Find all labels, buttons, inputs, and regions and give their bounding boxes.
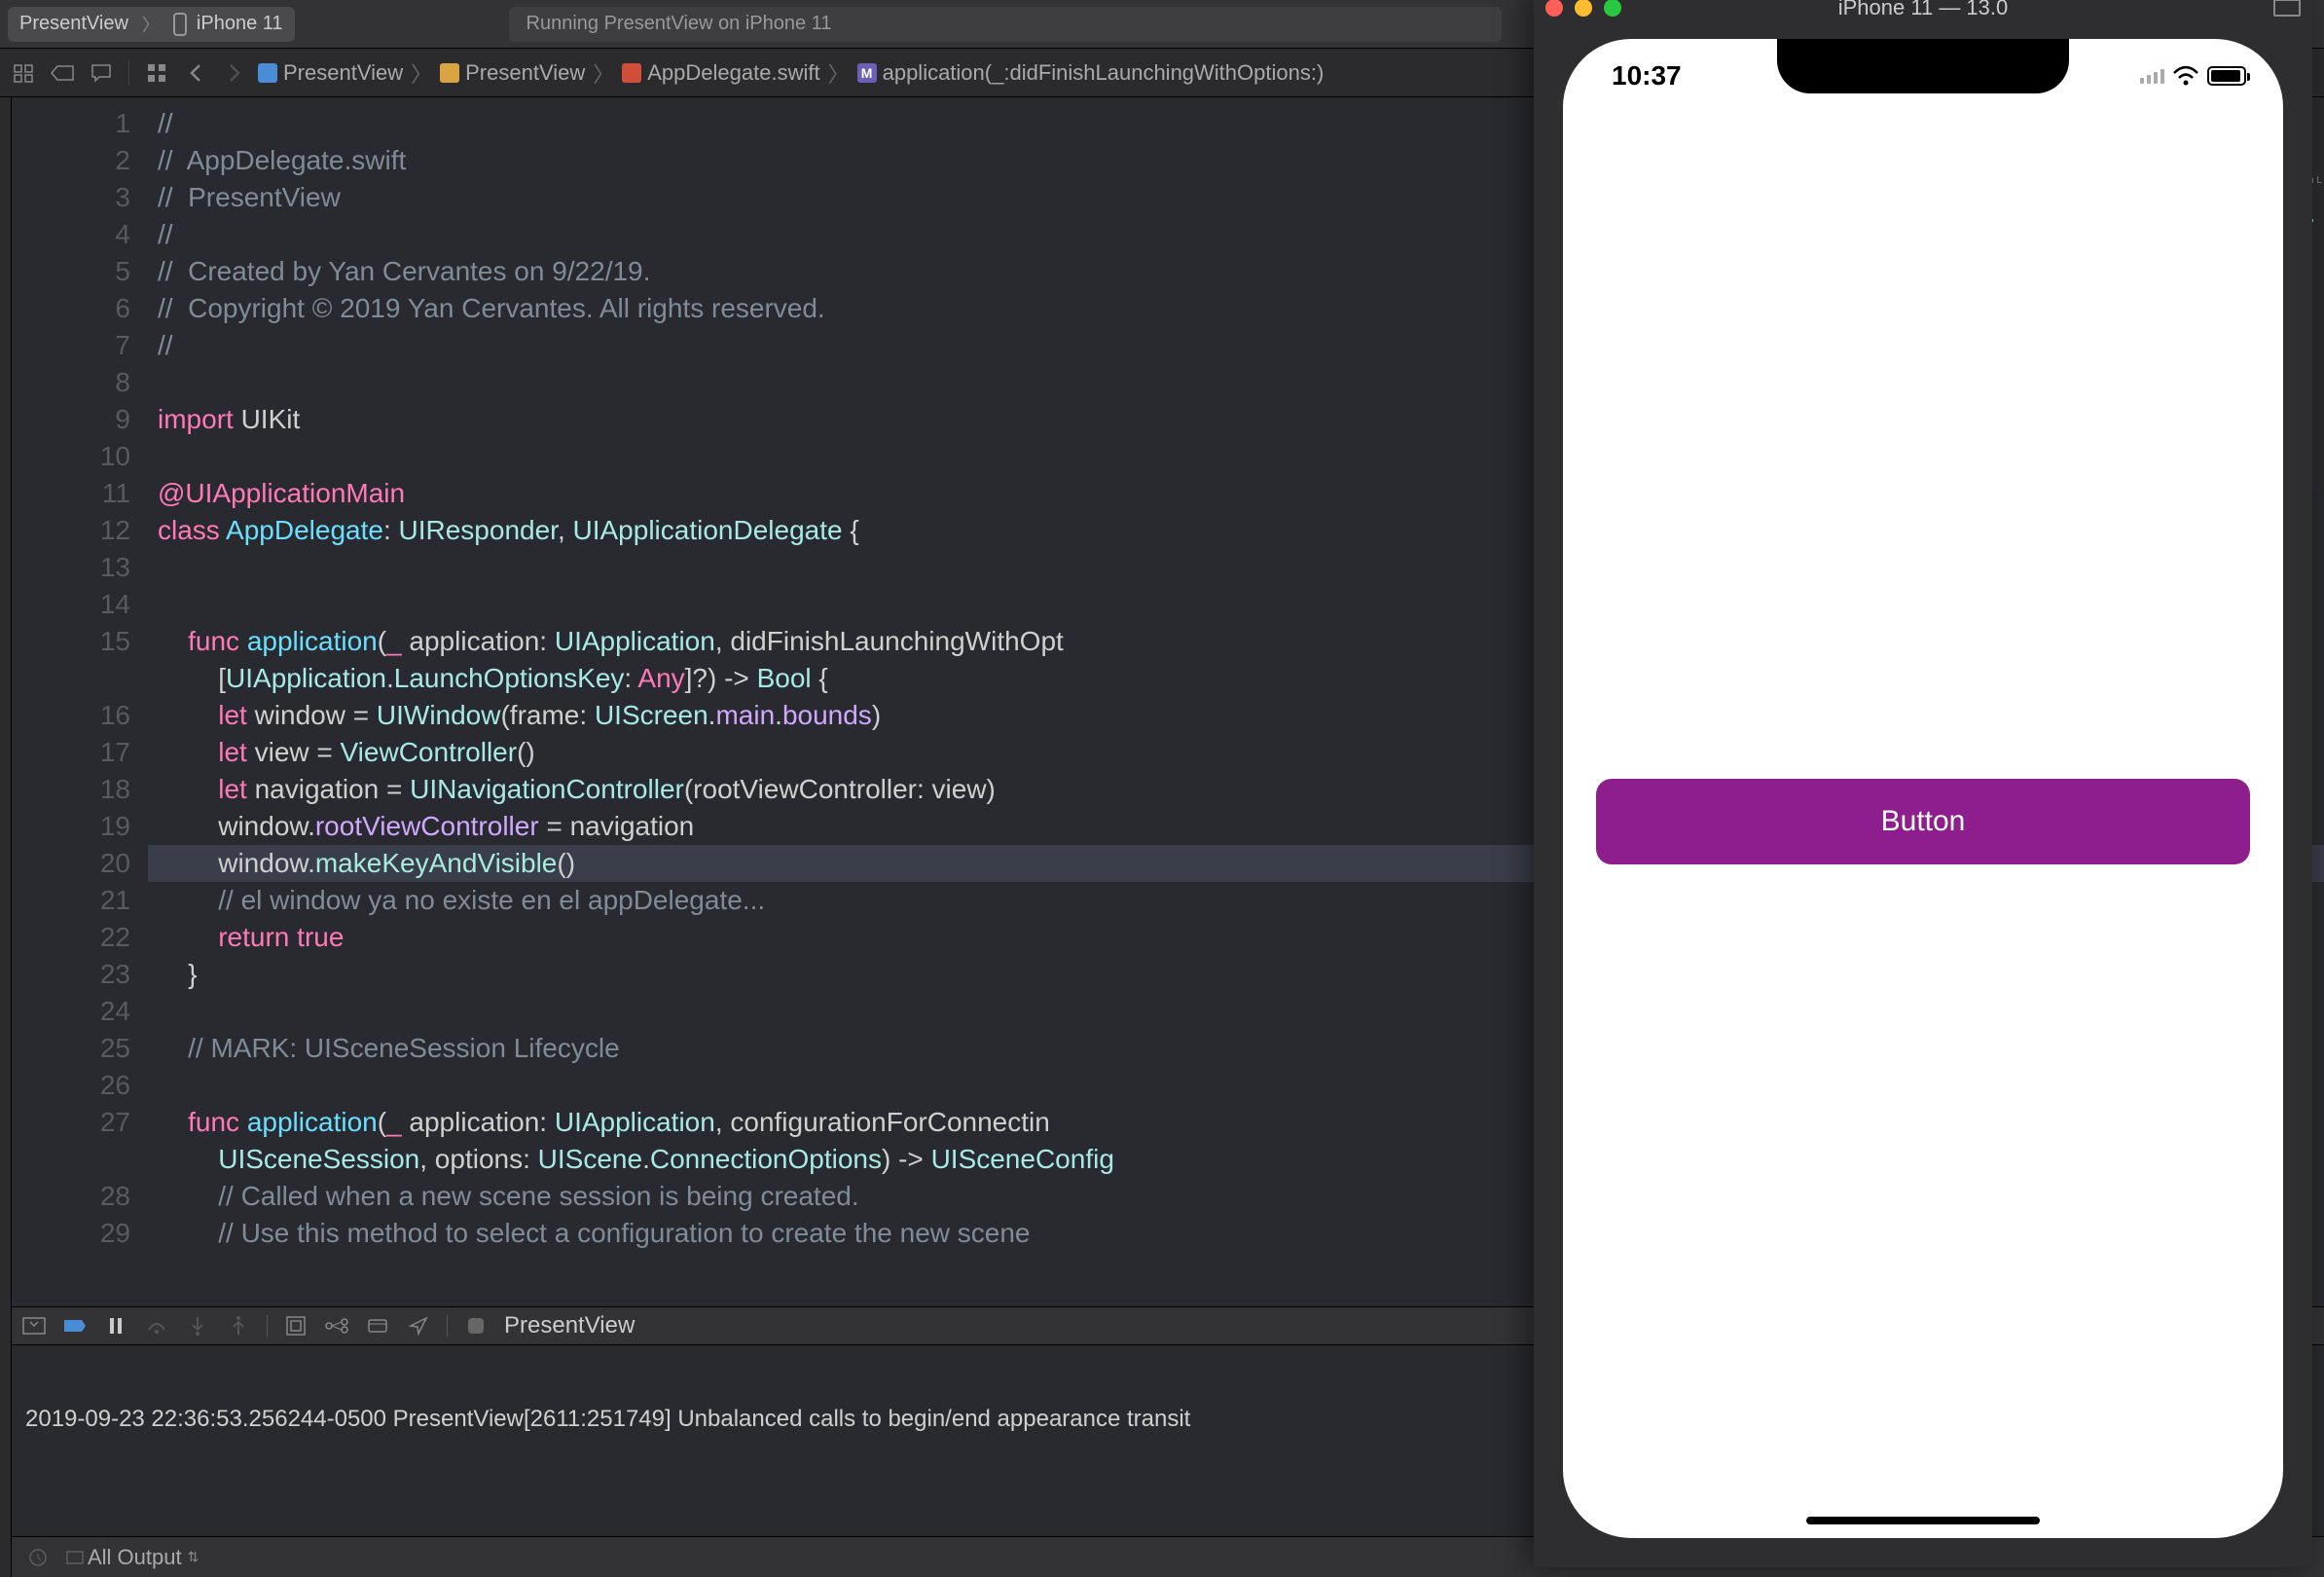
step-into-icon[interactable] bbox=[185, 1313, 210, 1339]
folder-icon bbox=[440, 63, 459, 83]
chevron-right-icon: 〉 bbox=[593, 57, 614, 89]
simulator-body: 10:37 Button bbox=[1534, 25, 2312, 1567]
output-filter[interactable]: All Output ⇅ bbox=[88, 1545, 199, 1570]
simulator-titlebar[interactable]: iPhone 11 — 13.0 bbox=[1534, 0, 2312, 25]
bc-project: PresentView bbox=[283, 60, 403, 86]
environment-icon[interactable] bbox=[365, 1313, 390, 1339]
separator bbox=[447, 1315, 448, 1337]
project-icon bbox=[258, 63, 277, 83]
activity-status: Running PresentView on iPhone 11 bbox=[509, 7, 1502, 42]
breakpoint-toggle-icon[interactable] bbox=[62, 1313, 88, 1339]
status-text: Running PresentView on iPhone 11 bbox=[527, 13, 832, 35]
step-out-icon[interactable] bbox=[226, 1313, 251, 1339]
home-indicator[interactable] bbox=[1806, 1517, 2040, 1524]
chevron-right-icon: 〉 bbox=[142, 12, 160, 37]
phone-screen[interactable]: Button bbox=[1563, 39, 2283, 1538]
main-button[interactable]: Button bbox=[1596, 779, 2250, 864]
notch bbox=[1777, 39, 2069, 93]
chevron-right-icon: 〉 bbox=[411, 57, 432, 89]
auto-icon[interactable] bbox=[25, 1545, 51, 1570]
forward-button[interactable] bbox=[219, 57, 250, 89]
chevron-right-icon: 〉 bbox=[828, 57, 850, 89]
step-over-icon[interactable] bbox=[144, 1313, 169, 1339]
navigator-collapsed[interactable] bbox=[0, 97, 12, 1577]
app-icon bbox=[463, 1313, 489, 1339]
line-gutter: 1234567891011121314151617181920212223242… bbox=[12, 97, 148, 1306]
debug-view-icon[interactable] bbox=[283, 1313, 309, 1339]
simulator-window[interactable]: iPhone 11 — 13.0 10:37 Button bbox=[1534, 0, 2312, 1567]
debug-target-name: PresentView bbox=[504, 1312, 635, 1339]
method-icon: M bbox=[857, 63, 877, 83]
location-icon[interactable] bbox=[406, 1313, 431, 1339]
separator bbox=[267, 1315, 268, 1337]
scheme-selector[interactable]: PresentView 〉 iPhone 11 bbox=[8, 7, 295, 42]
bc-file: AppDelegate.swift bbox=[647, 60, 819, 86]
pause-icon[interactable] bbox=[103, 1313, 128, 1339]
breadcrumb[interactable]: PresentView 〉 PresentView 〉 AppDelegate.… bbox=[258, 57, 1324, 89]
related-items-icon[interactable] bbox=[8, 57, 39, 89]
chevron-updown-icon: ⇅ bbox=[188, 1549, 200, 1565]
swift-file-icon bbox=[622, 63, 641, 83]
filter-icon[interactable] bbox=[62, 1545, 88, 1570]
memory-graph-icon[interactable] bbox=[324, 1313, 349, 1339]
back-button[interactable] bbox=[180, 57, 211, 89]
screenshot-icon[interactable] bbox=[2273, 0, 2301, 17]
separator bbox=[128, 60, 129, 86]
hide-debug-icon[interactable] bbox=[21, 1313, 47, 1339]
phone-frame: 10:37 Button bbox=[1563, 39, 2283, 1538]
tag-icon[interactable] bbox=[47, 57, 78, 89]
device-icon bbox=[173, 13, 187, 36]
comment-icon[interactable] bbox=[86, 57, 117, 89]
simulator-title: iPhone 11 — 13.0 bbox=[1534, 0, 2312, 20]
grid-icon[interactable] bbox=[141, 57, 172, 89]
bc-symbol: application(_:didFinishLaunchingWithOpti… bbox=[883, 60, 1325, 86]
bc-folder: PresentView bbox=[465, 60, 585, 86]
device-name: iPhone 11 bbox=[197, 13, 283, 35]
scheme-name: PresentView bbox=[19, 13, 128, 35]
